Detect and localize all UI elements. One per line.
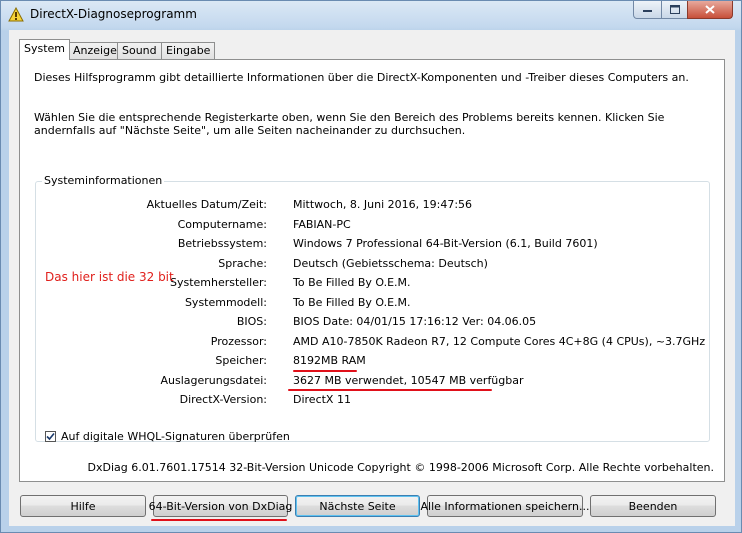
red-underline-64bit-button	[151, 519, 287, 521]
minimize-button[interactable]	[633, 1, 662, 19]
red-underline-memory	[293, 370, 357, 372]
info-value: To Be Filled By O.E.M.	[293, 276, 411, 289]
info-label: Computername:	[177, 217, 267, 231]
whql-checkbox[interactable]	[45, 431, 56, 442]
info-value: Deutsch (Gebietsschema: Deutsch)	[293, 256, 488, 270]
info-label: Betriebssystem:	[177, 237, 267, 250]
intro-text: Dieses Hilfsprogramm gibt detaillierte I…	[34, 71, 689, 84]
minimize-icon	[643, 10, 652, 12]
close-icon	[705, 5, 715, 14]
info-value: AMD A10-7850K Radeon R7, 12 Compute Core…	[293, 334, 706, 348]
handwritten-annotation: Das hier ist die 32 bit	[45, 270, 174, 284]
dxdiag-window: DirectX-Diagnoseprogramm System Anzeige …	[0, 0, 742, 533]
close-button[interactable]	[687, 1, 733, 19]
info-label: Speicher:	[215, 354, 267, 367]
red-underline-pagefile	[288, 389, 492, 391]
info-row-bios: BIOS: BIOS Date: 04/01/15 17:16:12 Ver: …	[36, 315, 696, 330]
system-information-group: Systeminformationen Aktuelles Datum/Zeit…	[35, 174, 710, 443]
info-value: BIOS Date: 04/01/15 17:16:12 Ver: 04.06.…	[293, 315, 537, 328]
system-tab-panel: Dieses Hilfsprogramm gibt detaillierte I…	[19, 59, 725, 482]
info-value: Windows 7 Professional 64-Bit-Version (6…	[293, 237, 598, 250]
help-button[interactable]: Hilfe	[20, 495, 146, 517]
save-all-info-button[interactable]: Alle Informationen speichern...	[421, 495, 589, 517]
info-value: 3627 MB verwendet, 10547 MB verfügbar	[293, 373, 524, 387]
info-row-directx: DirectX-Version: DirectX 11	[36, 393, 696, 408]
window-title: DirectX-Diagnoseprogramm	[30, 7, 197, 21]
checkmark-icon	[46, 432, 55, 441]
tab-anzeige[interactable]: Anzeige	[68, 42, 122, 59]
info-row-computer-name: Computername: FABIAN-PC	[36, 218, 696, 233]
info-label: Sprache:	[218, 256, 267, 270]
info-label: Auslagerungsdatei:	[160, 373, 267, 387]
instructions-text: Wählen Sie die entsprechende Registerkar…	[34, 111, 665, 137]
info-value: Mittwoch, 8. Juni 2016, 19:47:56	[293, 198, 473, 211]
group-title: Systeminformationen	[42, 174, 165, 187]
next-page-button[interactable]: Nächste Seite	[295, 495, 420, 517]
info-row-processor: Prozessor: AMD A10-7850K Radeon R7, 12 C…	[36, 334, 705, 350]
info-value: DirectX 11	[293, 393, 351, 406]
64bit-version-button[interactable]: 64-Bit-Version von DxDiag	[149, 495, 292, 517]
info-value: FABIAN-PC	[293, 217, 351, 231]
tab-sound[interactable]: Sound	[117, 42, 162, 59]
maximize-icon	[669, 5, 680, 14]
maximize-button[interactable]	[661, 1, 688, 19]
info-value: 8192MB RAM	[293, 354, 366, 367]
client-area: System Anzeige Sound Eingabe Dieses Hilf…	[9, 30, 735, 526]
exit-button[interactable]: Beenden	[590, 495, 716, 517]
info-label: Systemmodell:	[184, 295, 267, 309]
tab-eingabe[interactable]: Eingabe	[161, 42, 216, 59]
info-row-model: Systemmodell: To Be Filled By O.E.M.	[36, 296, 696, 311]
copyright-text: DxDiag 6.01.7601.17514 32-Bit-Version Un…	[87, 461, 714, 474]
info-row-pagefile: Auslagerungsdatei: 3627 MB verwendet, 10…	[36, 374, 696, 389]
info-row-date: Aktuelles Datum/Zeit: Mittwoch, 8. Juni …	[36, 198, 696, 213]
info-label: Systemhersteller:	[169, 276, 267, 289]
dxdiag-app-icon	[8, 7, 24, 22]
info-label: Aktuelles Datum/Zeit:	[146, 198, 267, 211]
info-label: DirectX-Version:	[179, 393, 267, 406]
whql-checkbox-label[interactable]: Auf digitale WHQL-Signaturen überprüfen	[61, 430, 290, 443]
info-row-os: Betriebssystem: Windows 7 Professional 6…	[36, 237, 696, 252]
info-row-memory: Speicher: 8192MB RAM	[36, 354, 696, 369]
info-label: BIOS:	[236, 315, 267, 328]
info-label: Prozessor:	[210, 334, 267, 348]
title-bar[interactable]: DirectX-Diagnoseprogramm	[1, 1, 741, 29]
info-value: To Be Filled By O.E.M.	[293, 295, 411, 309]
tab-system[interactable]: System	[19, 39, 71, 60]
